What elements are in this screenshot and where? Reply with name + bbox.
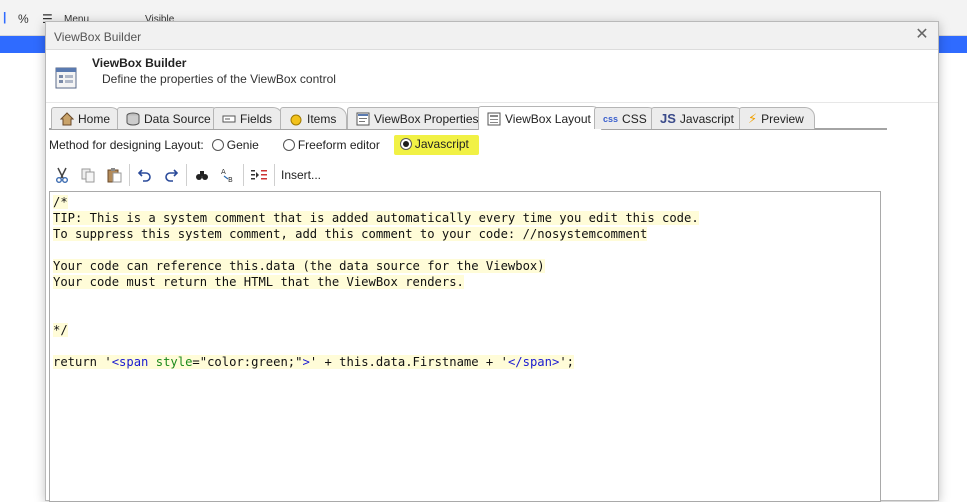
viewbox-builder-dialog: ViewBox Builder ✕ ViewBox Builder Define… [45, 21, 939, 502]
code-token-tag: <span [111, 355, 149, 369]
tab-label: Items [307, 111, 337, 126]
replace-button[interactable]: AB [215, 164, 241, 186]
toolbar-separator [186, 164, 187, 186]
tab-strip: Home Data Source Fields Items ViewBox Pr… [49, 106, 887, 130]
close-icon[interactable]: ✕ [914, 27, 930, 43]
tab-label: ViewBox Layout [505, 111, 591, 126]
bg-marker: | [3, 10, 7, 24]
tab-fields[interactable]: Fields [213, 107, 284, 129]
header-subtitle: Define the properties of the ViewBox con… [102, 72, 336, 86]
radio-label: Javascript [414, 137, 469, 151]
insert-button[interactable]: Insert... [281, 168, 321, 182]
tab-data-source[interactable]: Data Source [117, 107, 222, 129]
radio-button[interactable] [211, 139, 224, 151]
copy-button[interactable] [75, 164, 101, 186]
dialog-header: ViewBox Builder Define the properties of… [46, 51, 938, 103]
tab-label: CSS [622, 111, 647, 126]
editor-toolbar: AB Insert... [49, 163, 649, 187]
database-icon [126, 112, 140, 125]
code-line: Your code can reference this.data (the d… [53, 259, 545, 273]
code-line: */ [53, 323, 68, 337]
tab-viewbox-layout[interactable]: ViewBox Layout [478, 106, 602, 130]
tab-css[interactable]: css CSS [594, 107, 658, 129]
dialog-titlebar[interactable]: ViewBox Builder ✕ [46, 22, 938, 50]
cut-button[interactable] [49, 164, 75, 186]
replace-icon: AB [221, 168, 233, 183]
radio-freeform-editor[interactable]: Freeform editor [282, 138, 380, 152]
undo-button[interactable] [132, 164, 158, 186]
tab-preview[interactable]: ⚡ Preview [739, 107, 815, 129]
code-token: ="color:green;" [192, 355, 303, 369]
tab-label: Home [78, 111, 111, 126]
code-line: /* [53, 195, 68, 209]
code-editor[interactable]: /* TIP: This is a system comment that is … [49, 191, 881, 502]
toolbar-separator [274, 164, 275, 186]
code-token: return ' [53, 355, 112, 369]
code-line-return: return '<span style="color:green;">' + t… [53, 354, 880, 370]
tab-home[interactable]: Home [51, 107, 122, 129]
tab-viewbox-properties[interactable]: ViewBox Properties [347, 107, 490, 129]
radio-genie[interactable]: Genie [211, 138, 259, 152]
indent-button[interactable] [246, 164, 272, 186]
toolbar-separator [243, 164, 244, 186]
code-token: '; [559, 355, 575, 369]
radio-label: Genie [226, 138, 259, 152]
indent-icon [251, 170, 267, 180]
svg-text:B: B [228, 176, 233, 183]
radio-button[interactable] [282, 139, 295, 151]
radio-button-selected[interactable] [399, 138, 412, 150]
code-line: To suppress this system comment, add thi… [53, 227, 648, 241]
method-label: Method for designing Layout: [49, 138, 204, 152]
tab-label: Data Source [144, 111, 211, 126]
svg-text:A: A [221, 168, 226, 176]
copy-icon [81, 168, 95, 183]
paste-button[interactable] [101, 164, 127, 186]
layout-icon [487, 112, 501, 125]
code-line: Your code must return the HTML that the … [53, 275, 464, 289]
tab-label: Fields [240, 111, 273, 126]
undo-icon [137, 169, 151, 182]
fields-icon [222, 115, 236, 122]
js-icon: JS [660, 111, 676, 126]
toolbar-separator [129, 164, 130, 186]
redo-button[interactable] [158, 164, 184, 186]
paste-icon [107, 168, 122, 183]
tab-label: Javascript [679, 111, 734, 126]
bg-percent[interactable]: % [18, 12, 29, 26]
code-token: ' + this.data.Firstname + ' [309, 355, 508, 369]
viewbox-builder-icon [55, 67, 77, 89]
code-line: TIP: This is a system comment that is ad… [53, 211, 699, 225]
items-icon [290, 114, 302, 125]
tab-items[interactable]: Items [280, 107, 348, 129]
properties-icon [356, 112, 370, 125]
scissors-icon [56, 167, 68, 183]
radio-label: Freeform editor [297, 138, 380, 152]
home-icon [60, 111, 74, 125]
layout-method-row: Method for designing Layout: Genie Freef… [49, 135, 649, 155]
dialog-title: ViewBox Builder [54, 30, 142, 44]
code-token-tag: > [302, 355, 310, 369]
radio-javascript[interactable]: Javascript [393, 135, 479, 155]
header-title: ViewBox Builder [92, 56, 187, 70]
code-content[interactable]: /* TIP: This is a system comment that is … [50, 192, 880, 370]
binoculars-icon [196, 171, 208, 180]
tab-label: Preview [761, 111, 804, 126]
lightning-icon: ⚡ [748, 110, 758, 126]
tab-javascript[interactable]: JS Javascript [651, 107, 745, 129]
tab-label: ViewBox Properties [374, 111, 479, 126]
css-icon: css [603, 113, 619, 124]
find-button[interactable] [189, 164, 215, 186]
code-token-attr: style [148, 355, 193, 369]
redo-icon [165, 169, 179, 182]
code-token-tag: </span> [507, 355, 560, 369]
